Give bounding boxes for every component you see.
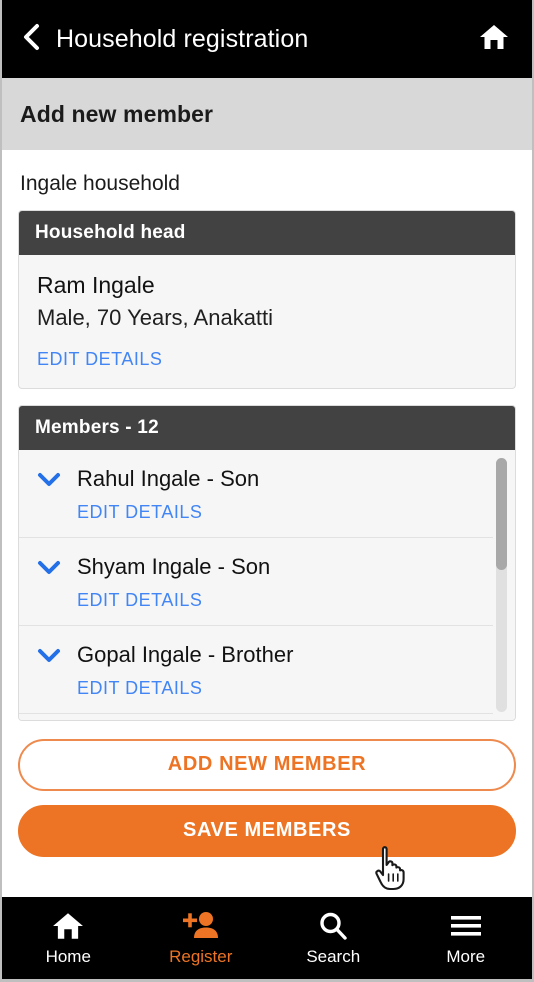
chevron-left-icon — [20, 22, 42, 57]
app-window: Household registration Add new member In… — [0, 0, 534, 982]
home-icon — [52, 909, 84, 943]
member-row[interactable]: Shyam Ingale - Son EDIT DETAILS — [19, 538, 493, 626]
save-members-button[interactable]: SAVE MEMBERS — [18, 804, 516, 857]
member-name: Gopal Ingale - Brother — [77, 641, 294, 667]
app-bar: Household registration — [2, 0, 532, 78]
member-name: Rahul Ingale - Son — [77, 465, 260, 491]
edit-details-link-member[interactable]: EDIT DETAILS — [77, 678, 202, 699]
nav-item-register[interactable]: Register — [135, 909, 268, 967]
content-area: Ingale household Household head Ram Inga… — [2, 150, 532, 897]
page-title: Household registration — [56, 24, 309, 53]
search-icon — [317, 909, 349, 943]
subheader-bar: Add new member — [2, 78, 532, 150]
members-scrollbar-track[interactable] — [496, 457, 507, 712]
chevron-down-icon[interactable] — [37, 467, 61, 491]
nav-item-search[interactable]: Search — [267, 909, 400, 967]
member-name: Shyam Ingale - Son — [77, 553, 271, 579]
home-button[interactable] — [474, 19, 514, 59]
edit-details-link-head[interactable]: EDIT DETAILS — [37, 349, 162, 370]
hamburger-menu-icon — [449, 909, 483, 943]
nav-item-search-label: Search — [306, 947, 361, 966]
nav-item-more-label: More — [446, 947, 486, 966]
member-row-top: Shyam Ingale - Son — [37, 554, 475, 580]
household-head-details: Male, 70 Years, Anakatti — [37, 304, 274, 330]
edit-details-link-member[interactable]: EDIT DETAILS — [77, 590, 202, 611]
members-card: Members - 12 Rahul Ingale - Son EDIT DET… — [18, 404, 516, 721]
household-head-card-header: Household head — [19, 211, 515, 255]
edit-details-link-member[interactable]: EDIT DETAILS — [77, 502, 202, 523]
household-head-card: Household head Ram Ingale Male, 70 Years… — [18, 210, 516, 389]
member-row[interactable]: Rahul Ingale - Son EDIT DETAILS — [19, 450, 493, 538]
member-row[interactable]: Gopal Ingale - Brother EDIT DETAILS — [19, 626, 493, 714]
bottom-navigation: Home Register Search More — [2, 897, 532, 979]
nav-item-register-label: Register — [169, 947, 233, 966]
home-icon — [479, 23, 509, 56]
add-person-icon — [181, 909, 221, 943]
subheader-title: Add new member — [20, 100, 214, 127]
nav-item-home[interactable]: Home — [2, 909, 135, 967]
back-button[interactable] — [16, 19, 46, 59]
members-scrollbar-thumb[interactable] — [496, 457, 507, 570]
chevron-down-icon[interactable] — [37, 643, 61, 667]
members-list: Rahul Ingale - Son EDIT DETAILS Shyam In… — [19, 449, 515, 720]
household-name: Ingale household — [20, 172, 180, 195]
member-row-top: Rahul Ingale - Son — [37, 466, 475, 492]
household-head-name: Ram Ingale — [37, 272, 155, 298]
add-new-member-button[interactable]: ADD NEW MEMBER — [18, 738, 516, 791]
household-head-card-body: Ram Ingale Male, 70 Years, Anakatti EDIT… — [19, 255, 515, 388]
chevron-down-icon[interactable] — [37, 555, 61, 579]
nav-item-more[interactable]: More — [400, 909, 533, 967]
member-row-top: Gopal Ingale - Brother — [37, 642, 475, 668]
nav-item-home-label: Home — [45, 947, 91, 966]
members-card-header: Members - 12 — [19, 405, 515, 450]
